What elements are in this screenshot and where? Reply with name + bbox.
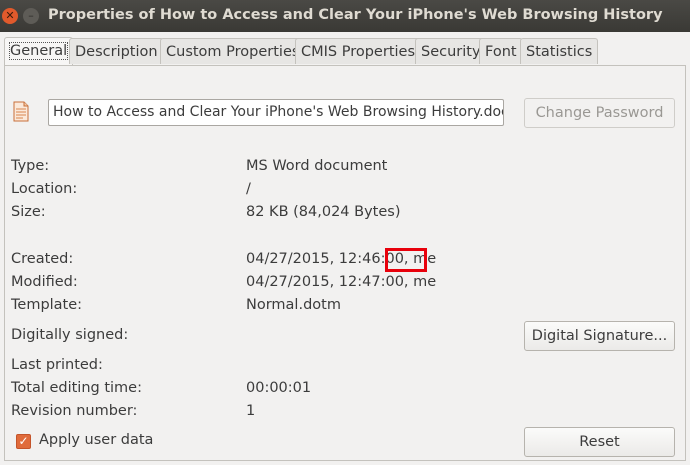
highlight-box — [385, 248, 427, 272]
window-title: Properties of How to Access and Clear Yo… — [48, 7, 663, 23]
change-password-button[interactable]: Change Password — [524, 98, 675, 128]
revision-value: 1 — [246, 403, 256, 419]
editing-time-value: 00:00:01 — [246, 380, 312, 396]
last-printed-label: Last printed: — [11, 357, 103, 373]
revision-label: Revision number: — [11, 403, 138, 419]
location-value: / — [246, 181, 251, 197]
digitally-signed-label: Digitally signed: — [11, 327, 129, 343]
tab-statistics[interactable]: Statistics — [520, 38, 599, 64]
tab-font[interactable]: Font — [479, 38, 523, 64]
document-icon — [13, 101, 29, 122]
location-label: Location: — [11, 181, 78, 197]
close-icon[interactable]: ✕ — [2, 8, 18, 24]
title-bar: ✕ – Properties of How to Access and Clea… — [0, 0, 690, 32]
filename-field[interactable]: How to Access and Clear Your iPhone's We… — [48, 99, 504, 126]
modified-value: 04/27/2015, 12:47:00, me — [246, 274, 437, 290]
apply-user-data-checkbox[interactable]: ✓ — [16, 434, 31, 449]
created-label: Created: — [11, 251, 74, 267]
size-label: Size: — [11, 204, 46, 220]
template-label: Template: — [11, 297, 83, 313]
tab-cmis-properties[interactable]: CMIS Properties — [295, 38, 422, 64]
tab-security[interactable]: Security — [415, 38, 487, 64]
type-label: Type: — [11, 158, 50, 174]
type-value: MS Word document — [246, 158, 388, 174]
tab-description[interactable]: Description — [69, 38, 164, 64]
template-value: Normal.dotm — [246, 297, 341, 313]
size-value: 82 KB (84,024 Bytes) — [246, 204, 401, 220]
minimize-icon[interactable]: – — [23, 8, 39, 24]
apply-user-data-label: Apply user data — [39, 432, 154, 448]
tab-custom-properties[interactable]: Custom Properties — [160, 38, 306, 64]
editing-time-label: Total editing time: — [11, 380, 142, 396]
modified-label: Modified: — [11, 274, 78, 290]
digital-signature-button[interactable]: Digital Signature... — [524, 321, 675, 351]
tab-general[interactable]: General — [4, 37, 74, 65]
reset-button[interactable]: Reset — [524, 427, 675, 457]
